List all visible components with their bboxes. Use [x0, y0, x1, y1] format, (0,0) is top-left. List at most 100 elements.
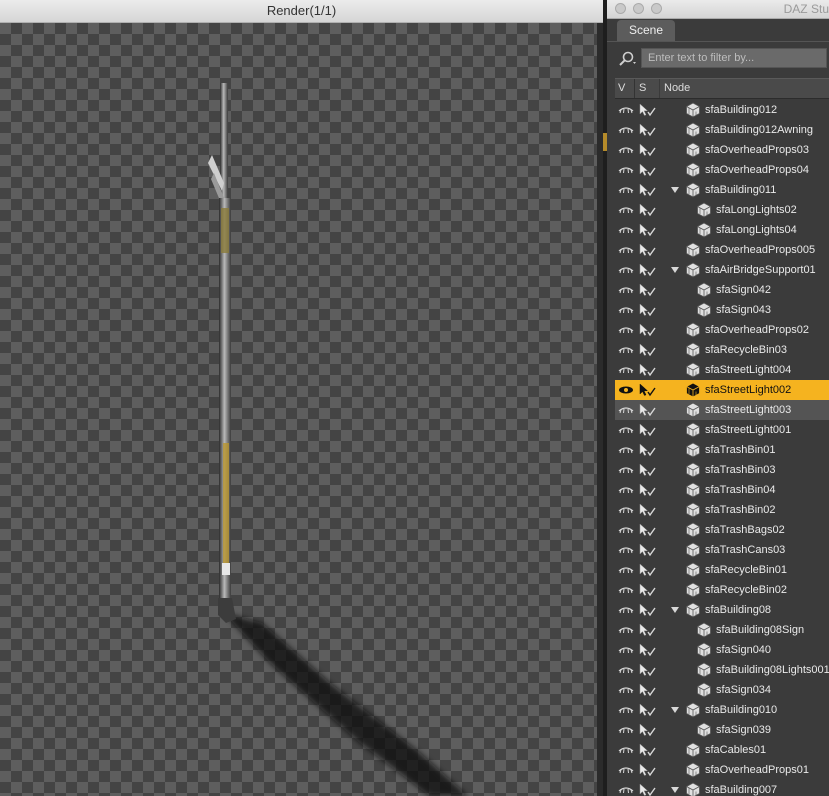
eye-icon[interactable] [618, 306, 634, 314]
eye-icon[interactable] [618, 726, 634, 734]
tree-row[interactable]: sfaBuilding08 [615, 600, 829, 620]
tree-row[interactable]: sfaSign039 [615, 720, 829, 740]
eye-icon[interactable] [618, 526, 634, 534]
eye-icon[interactable] [618, 626, 634, 634]
select-cursor-icon[interactable] [638, 383, 656, 397]
select-cursor-icon[interactable] [638, 563, 656, 577]
tree-row[interactable]: sfaBuilding012 [615, 100, 829, 120]
tree-row[interactable]: sfaLongLights02 [615, 200, 829, 220]
select-cursor-icon[interactable] [638, 783, 656, 796]
eye-icon[interactable] [618, 106, 634, 114]
tree-row[interactable]: sfaSign042 [615, 280, 829, 300]
eye-icon[interactable] [618, 366, 634, 374]
tree-row[interactable]: sfaTrashBin02 [615, 500, 829, 520]
eye-icon[interactable] [618, 566, 634, 574]
tree-row[interactable]: sfaRecycleBin03 [615, 340, 829, 360]
select-cursor-icon[interactable] [638, 643, 656, 657]
eye-icon[interactable] [618, 686, 634, 694]
eye-icon[interactable] [618, 386, 634, 394]
select-cursor-icon[interactable] [638, 283, 656, 297]
eye-icon[interactable] [618, 146, 634, 154]
select-cursor-icon[interactable] [638, 303, 656, 317]
tree-row[interactable]: sfaBuilding011 [615, 180, 829, 200]
select-cursor-icon[interactable] [638, 143, 656, 157]
select-cursor-icon[interactable] [638, 443, 656, 457]
eye-icon[interactable] [618, 326, 634, 334]
select-cursor-icon[interactable] [638, 623, 656, 637]
tree-row[interactable]: sfaSign043 [615, 300, 829, 320]
eye-icon[interactable] [618, 246, 634, 254]
tree-row[interactable]: sfaOverheadProps03 [615, 140, 829, 160]
eye-icon[interactable] [618, 226, 634, 234]
tree-row[interactable]: sfaTrashBin04 [615, 480, 829, 500]
select-cursor-icon[interactable] [638, 543, 656, 557]
eye-icon[interactable] [618, 666, 634, 674]
select-cursor-icon[interactable] [638, 463, 656, 477]
select-cursor-icon[interactable] [638, 243, 656, 257]
select-cursor-icon[interactable] [638, 343, 656, 357]
select-cursor-icon[interactable] [638, 263, 656, 277]
select-cursor-icon[interactable] [638, 763, 656, 777]
select-cursor-icon[interactable] [638, 403, 656, 417]
chevron-down-icon[interactable] [671, 706, 679, 714]
tree-row[interactable]: sfaStreetLight004 [615, 360, 829, 380]
eye-icon[interactable] [618, 786, 634, 794]
tree-row[interactable]: sfaTrashCans03 [615, 540, 829, 560]
select-cursor-icon[interactable] [638, 723, 656, 737]
select-cursor-icon[interactable] [638, 683, 656, 697]
tree-row[interactable]: sfaBuilding012Awning [615, 120, 829, 140]
tree-row[interactable]: sfaBuilding08Lights001 [615, 660, 829, 680]
tree-row[interactable]: sfaTrashBags02 [615, 520, 829, 540]
select-cursor-icon[interactable] [638, 483, 656, 497]
eye-icon[interactable] [618, 586, 634, 594]
tree-row[interactable]: sfaAirBridgeSupport01 [615, 260, 829, 280]
chevron-down-icon[interactable] [671, 266, 679, 274]
tree-row[interactable]: sfaTrashBin03 [615, 460, 829, 480]
tree-row[interactable]: sfaBuilding010 [615, 700, 829, 720]
tree-row[interactable]: sfaSign034 [615, 680, 829, 700]
tree-row[interactable]: sfaLongLights04 [615, 220, 829, 240]
select-cursor-icon[interactable] [638, 123, 656, 137]
select-cursor-icon[interactable] [638, 663, 656, 677]
select-cursor-icon[interactable] [638, 603, 656, 617]
eye-icon[interactable] [618, 446, 634, 454]
column-node[interactable]: Node [659, 79, 824, 98]
select-cursor-icon[interactable] [638, 203, 656, 217]
tab-scene[interactable]: Scene [617, 20, 676, 41]
select-cursor-icon[interactable] [638, 323, 656, 337]
select-cursor-icon[interactable] [638, 583, 656, 597]
daz-titlebar[interactable]: DAZ Stu [607, 0, 829, 19]
select-cursor-icon[interactable] [638, 223, 656, 237]
tree-row[interactable]: sfaOverheadProps01 [615, 760, 829, 780]
select-cursor-icon[interactable] [638, 523, 656, 537]
search-icon[interactable] [617, 50, 637, 68]
eye-icon[interactable] [618, 746, 634, 754]
minimize-window-button[interactable] [633, 3, 644, 14]
tree-row[interactable]: sfaBuilding007 [615, 780, 829, 796]
chevron-down-icon[interactable] [671, 786, 679, 794]
select-cursor-icon[interactable] [638, 703, 656, 717]
eye-icon[interactable] [618, 706, 634, 714]
tree-row[interactable]: sfaBuilding08Sign [615, 620, 829, 640]
tree-row[interactable]: sfaRecycleBin02 [615, 580, 829, 600]
eye-icon[interactable] [618, 606, 634, 614]
eye-icon[interactable] [618, 266, 634, 274]
render-window-title[interactable]: Render(1/1) [0, 0, 603, 23]
tree-row[interactable]: sfaRecycleBin01 [615, 560, 829, 580]
select-cursor-icon[interactable] [638, 103, 656, 117]
zoom-window-button[interactable] [651, 3, 662, 14]
select-cursor-icon[interactable] [638, 503, 656, 517]
render-canvas[interactable] [0, 23, 597, 796]
tree-row[interactable]: sfaCables01 [615, 740, 829, 760]
chevron-down-icon[interactable] [671, 606, 679, 614]
filter-input[interactable] [641, 48, 827, 68]
chevron-down-icon[interactable] [671, 186, 679, 194]
tree-row[interactable]: sfaStreetLight003 [615, 400, 829, 420]
eye-icon[interactable] [618, 486, 634, 494]
eye-icon[interactable] [618, 646, 634, 654]
tree-row[interactable]: sfaTrashBin01 [615, 440, 829, 460]
select-cursor-icon[interactable] [638, 163, 656, 177]
eye-icon[interactable] [618, 166, 634, 174]
tree-row[interactable]: sfaOverheadProps005 [615, 240, 829, 260]
eye-icon[interactable] [618, 506, 634, 514]
